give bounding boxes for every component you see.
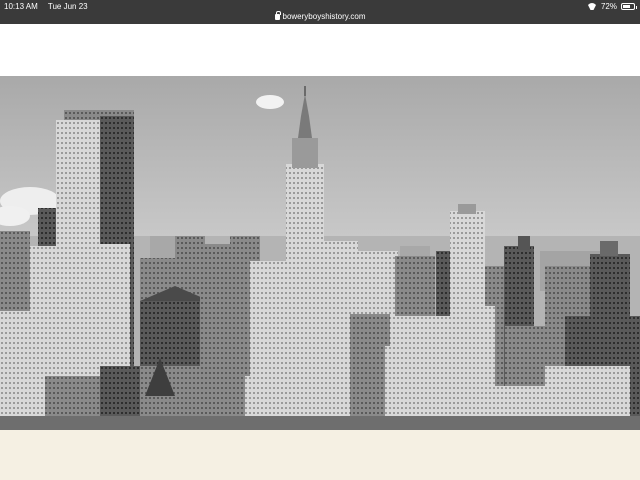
status-date: Tue Jun 23	[47, 2, 88, 11]
page-header-space	[0, 24, 640, 76]
status-time: 10:13 AM	[4, 2, 38, 11]
status-right: 72%	[587, 2, 637, 11]
url-text: boweryboyshistory.com	[282, 12, 366, 21]
battery-icon	[621, 3, 637, 10]
battery-percent: 72%	[600, 2, 617, 11]
wifi-icon	[587, 3, 597, 10]
skyline-image	[0, 76, 640, 430]
address-bar[interactable]: boweryboyshistory.com	[0, 11, 640, 21]
status-left: 10:13 AM Tue Jun 23	[4, 2, 96, 11]
lock-icon	[274, 11, 281, 20]
battery-fill	[623, 5, 631, 8]
status-bar: 10:13 AM Tue Jun 23 boweryboyshistory.co…	[0, 0, 640, 24]
skyline-photo[interactable]	[0, 76, 640, 430]
page-body	[0, 430, 640, 480]
